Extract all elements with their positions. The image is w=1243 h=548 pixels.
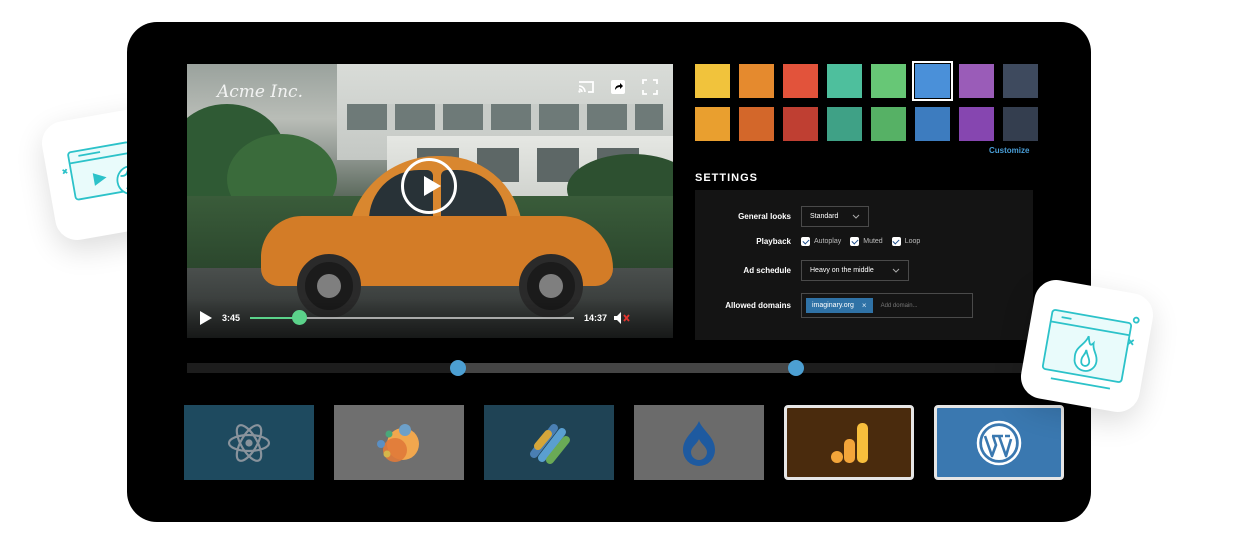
player-brand-logo: Acme Inc. xyxy=(217,82,303,102)
color-swatch[interactable] xyxy=(1003,107,1038,141)
domain-tag: imaginary.org × xyxy=(806,298,873,313)
color-swatch[interactable] xyxy=(871,64,906,98)
loop-checkbox[interactable]: Loop xyxy=(891,237,921,246)
color-swatch[interactable] xyxy=(783,107,818,141)
allowed-domains-field[interactable]: imaginary.org × Add domain... xyxy=(801,293,973,318)
app-frame: Acme Inc. 3:45 14:37 Customize SETTINGS … xyxy=(127,22,1091,522)
google-marketing-icon xyxy=(377,423,419,462)
color-swatch[interactable] xyxy=(827,107,862,141)
wordpress-icon xyxy=(976,420,1022,465)
duration: 14:37 xyxy=(584,313,608,323)
color-swatch[interactable] xyxy=(695,64,730,98)
general-looks-label: General looks xyxy=(738,212,791,221)
integration-tile-drupal[interactable] xyxy=(634,405,764,480)
video-scene-windows xyxy=(347,104,663,130)
color-swatch[interactable] xyxy=(783,64,818,98)
color-swatch[interactable] xyxy=(739,107,774,141)
fullscreen-icon[interactable] xyxy=(641,78,659,96)
color-swatch[interactable] xyxy=(827,64,862,98)
range-slider-end-handle[interactable] xyxy=(788,360,805,376)
settings-panel: General looks Standard Playback Autoplay… xyxy=(695,190,1033,340)
add-domain-input[interactable]: Add domain... xyxy=(881,303,918,309)
color-swatch[interactable] xyxy=(912,61,953,101)
general-looks-value: Standard xyxy=(810,213,839,220)
range-slider-start-handle[interactable] xyxy=(449,360,466,376)
range-slider[interactable] xyxy=(187,360,1033,376)
color-swatch[interactable] xyxy=(959,64,994,98)
browser-flame-icon xyxy=(1041,309,1140,390)
play-icon xyxy=(424,176,441,196)
seek-bar-handle[interactable] xyxy=(291,310,307,325)
google-tag-manager-icon xyxy=(530,423,570,464)
color-swatch[interactable] xyxy=(871,107,906,141)
color-swatch[interactable] xyxy=(959,107,994,141)
play-toggle-icon[interactable] xyxy=(199,310,213,326)
chevron-down-icon xyxy=(892,268,900,273)
range-slider-fill xyxy=(457,363,797,373)
general-looks-select[interactable]: Standard xyxy=(801,206,869,227)
volume-muted-icon[interactable] xyxy=(613,311,631,325)
current-time: 3:45 xyxy=(222,313,241,323)
checkbox-checked-icon xyxy=(801,237,810,246)
customize-link[interactable]: Customize xyxy=(989,146,1029,155)
checkbox-checked-icon xyxy=(891,237,901,246)
domain-tag-label: imaginary.org xyxy=(812,302,854,309)
color-swatch[interactable] xyxy=(695,107,730,141)
loop-label: Loop xyxy=(904,238,921,245)
color-swatch[interactable] xyxy=(739,64,774,98)
integration-tile-google-tag-manager[interactable] xyxy=(484,405,614,480)
muted-label: Muted xyxy=(863,238,883,245)
ad-schedule-value: Heavy on the middle xyxy=(810,267,874,274)
autoplay-label: Autoplay xyxy=(814,238,842,245)
drupal-icon xyxy=(683,420,715,466)
playback-label: Playback xyxy=(756,237,791,246)
integration-tile-wordpress[interactable] xyxy=(934,405,1064,480)
seek-bar[interactable] xyxy=(250,310,575,325)
chevron-down-icon xyxy=(852,214,860,219)
integration-tile-google-marketing[interactable] xyxy=(334,405,464,480)
integration-tile-react[interactable] xyxy=(184,405,314,480)
color-swatch-grid xyxy=(695,61,1038,141)
ad-schedule-label: Ad schedule xyxy=(743,266,791,275)
browser-flame-card xyxy=(1017,276,1157,416)
player-top-controls xyxy=(577,78,659,96)
google-analytics-icon xyxy=(831,422,868,463)
react-icon xyxy=(227,423,271,462)
share-icon[interactable] xyxy=(609,78,627,96)
ad-schedule-select[interactable]: Heavy on the middle xyxy=(801,260,909,281)
settings-title: SETTINGS xyxy=(695,172,759,184)
play-button[interactable] xyxy=(401,158,457,214)
ad-schedule-row: Ad schedule Heavy on the middle xyxy=(695,260,909,281)
general-looks-row: General looks Standard xyxy=(695,206,869,227)
cast-icon[interactable] xyxy=(577,78,595,96)
player-control-bar: 3:45 14:37 xyxy=(187,298,673,338)
autoplay-checkbox[interactable]: Autoplay xyxy=(801,237,841,246)
color-swatch[interactable] xyxy=(915,107,950,141)
integration-tiles xyxy=(184,405,1084,480)
muted-checkbox[interactable]: Muted xyxy=(850,237,883,246)
color-swatch[interactable] xyxy=(1003,64,1038,98)
integration-tile-google-analytics[interactable] xyxy=(784,405,914,480)
allowed-domains-label: Allowed domains xyxy=(725,301,791,310)
allowed-domains-row: Allowed domains imaginary.org × Add doma… xyxy=(695,293,973,318)
video-player[interactable]: Acme Inc. 3:45 14:37 xyxy=(187,64,673,338)
checkbox-checked-icon xyxy=(850,237,860,246)
remove-tag-icon[interactable]: × xyxy=(862,301,867,310)
playback-row: Playback Autoplay Muted Loop xyxy=(695,237,929,246)
